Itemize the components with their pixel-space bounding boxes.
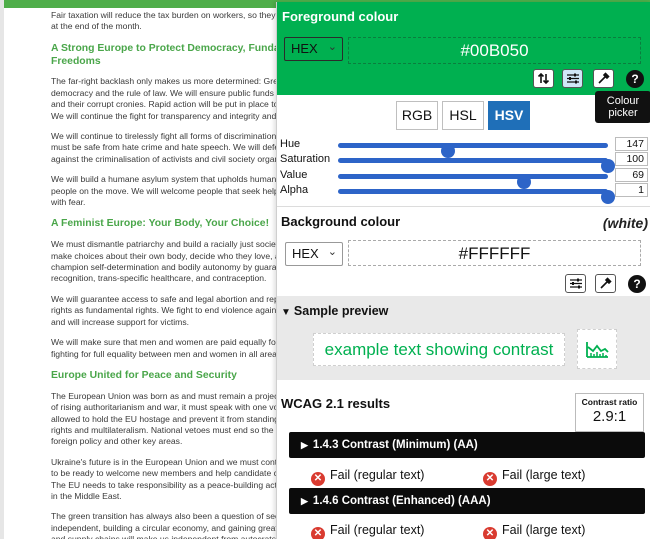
foreground-hex-input[interactable]: #00B050 xyxy=(348,37,641,64)
tooltip-line-1: Colour xyxy=(606,95,640,107)
fail-icon: ✕ xyxy=(311,527,325,539)
triangle-down-icon: ▼ xyxy=(281,307,291,318)
divider xyxy=(277,206,650,207)
aaa-large-result: ✕ Fail (large text) xyxy=(483,522,586,539)
fail-icon: ✕ xyxy=(311,472,325,486)
eyedropper-icon xyxy=(598,72,610,84)
graph-button[interactable] xyxy=(577,329,617,369)
sample-text: example text showing contrast xyxy=(313,333,565,366)
foreground-format-value: HEX xyxy=(291,41,318,56)
background-title: Background colour xyxy=(281,214,401,229)
aaa-large-text: Fail (large text) xyxy=(502,523,586,537)
background-format-value: HEX xyxy=(292,246,319,261)
aa-regular-result: ✕ Fail (regular text) xyxy=(311,467,425,486)
chart-icon xyxy=(586,342,609,358)
alpha-slider[interactable] xyxy=(338,189,615,204)
criterion-aa-toggle[interactable]: ▶ 1.4.3 Contrast (Minimum) (AA) xyxy=(289,432,645,458)
hue-slider-row: Hue 147 xyxy=(280,137,648,158)
saturation-value-input[interactable]: 100 xyxy=(615,152,648,166)
foreground-title: Foreground colour xyxy=(282,9,399,24)
saturation-slider[interactable] xyxy=(338,158,615,173)
background-hex-input[interactable]: #FFFFFF xyxy=(348,240,641,266)
aa-regular-text: Fail (regular text) xyxy=(330,468,425,482)
tab-hsv[interactable]: HSV xyxy=(488,101,530,130)
hue-value-input[interactable]: 147 xyxy=(615,137,648,151)
triangle-right-icon: ▶ xyxy=(301,440,308,450)
aaa-regular-result: ✕ Fail (regular text) xyxy=(311,522,425,539)
chevron-down-icon: ⌄ xyxy=(327,246,337,258)
swap-icon xyxy=(537,72,550,85)
value-value-input[interactable]: 69 xyxy=(615,168,648,182)
sample-preview-title: Sample preview xyxy=(293,304,389,318)
background-colour-picker-button[interactable] xyxy=(595,274,616,293)
aa-large-result: ✕ Fail (large text) xyxy=(483,467,586,486)
sliders-icon xyxy=(570,278,582,289)
sliders-icon xyxy=(567,73,579,84)
sample-preview-section: ▼ Sample preview example text showing con… xyxy=(277,296,650,380)
criterion-aa-label: 1.4.3 Contrast (Minimum) (AA) xyxy=(312,439,478,451)
background-sliders-button[interactable] xyxy=(565,274,586,293)
hue-slider[interactable] xyxy=(338,143,608,158)
wcag-results-title: WCAG 2.1 results xyxy=(281,396,391,411)
tab-rgb[interactable]: RGB xyxy=(396,101,438,130)
colour-model-tabs: RGB HSL HSV xyxy=(396,101,534,130)
sample-preview-toggle[interactable]: ▼ Sample preview xyxy=(281,304,388,318)
tooltip-line-2: picker xyxy=(608,107,638,119)
background-colour-name: (white) xyxy=(602,215,648,231)
triangle-right-icon: ▶ xyxy=(301,496,308,506)
saturation-label: Saturation xyxy=(280,153,331,165)
aa-large-text: Fail (large text) xyxy=(502,468,586,482)
swap-colours-button[interactable] xyxy=(533,69,554,88)
sliders-button[interactable] xyxy=(562,69,583,88)
chevron-down-icon: ⌄ xyxy=(327,41,337,53)
alpha-slider-row: Alpha 1 xyxy=(280,183,648,204)
aaa-regular-text: Fail (regular text) xyxy=(330,523,425,537)
fail-icon: ✕ xyxy=(483,527,497,539)
eyedropper-icon xyxy=(600,277,612,289)
fail-icon: ✕ xyxy=(483,472,497,486)
help-icon[interactable]: ? xyxy=(626,70,644,88)
colour-picker-button[interactable] xyxy=(593,69,614,88)
colour-picker-tooltip: Colour picker xyxy=(595,91,650,123)
value-slider[interactable] xyxy=(338,174,608,189)
contrast-checker-panel: Foreground colour HEX ⌄ #00B050 ? Colour… xyxy=(276,2,650,539)
document-left-edge xyxy=(0,0,4,539)
contrast-ratio-label: Contrast ratio xyxy=(581,397,638,407)
background-format-select[interactable]: HEX ⌄ xyxy=(285,242,343,266)
alpha-value-input[interactable]: 1 xyxy=(615,183,648,197)
foreground-section: Foreground colour HEX ⌄ #00B050 ? xyxy=(277,2,650,95)
alpha-slider-thumb[interactable] xyxy=(601,190,615,204)
saturation-slider-row: Saturation 100 xyxy=(280,152,648,173)
value-label: Value xyxy=(280,169,308,181)
hue-label: Hue xyxy=(280,138,301,150)
foreground-format-select[interactable]: HEX ⌄ xyxy=(284,37,343,61)
alpha-label: Alpha xyxy=(280,184,309,196)
contrast-ratio-value: 2.9:1 xyxy=(592,408,627,425)
tab-hsl[interactable]: HSL xyxy=(442,101,484,130)
help-icon[interactable]: ? xyxy=(628,275,646,293)
criterion-aaa-toggle[interactable]: ▶ 1.4.6 Contrast (Enhanced) (AAA) xyxy=(289,488,645,514)
value-slider-row: Value 69 xyxy=(280,168,648,189)
criterion-aaa-label: 1.4.6 Contrast (Enhanced) (AAA) xyxy=(312,495,491,507)
contrast-ratio-box: Contrast ratio 2.9:1 xyxy=(575,393,644,432)
